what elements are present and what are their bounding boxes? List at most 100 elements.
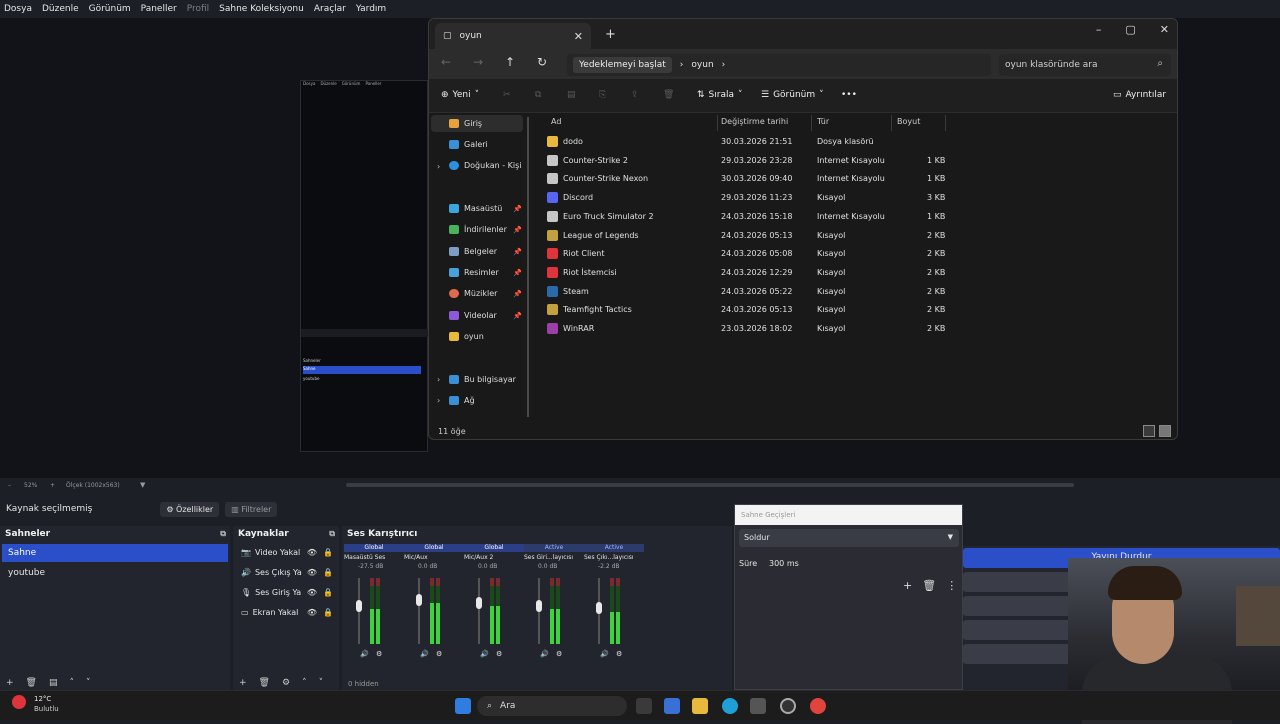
file-row[interactable]: Riot İstemcisi 24.03.2026 12:29 Kısayol 2 K… [537,264,957,282]
file-row[interactable]: Discord 29.03.2026 11:23 Kısayol 3 KB [537,189,957,207]
close-tab-icon[interactable]: ✕ [574,30,583,43]
gear-icon[interactable]: ⚙ [376,650,382,658]
add-icon[interactable]: + [6,678,14,688]
menu-scene-collection[interactable]: Sahne Koleksiyonu [219,4,304,14]
explorer-tab[interactable]: ▢ oyun ✕ [435,23,591,49]
pane-splitter[interactable] [527,117,529,417]
taskbar-search[interactable]: ⌕ Ara [477,696,627,716]
new-button[interactable]: ⊕ Yeni ˅ [441,90,479,100]
lock-icon[interactable]: 🔒 [323,588,333,597]
eye-icon[interactable]: 👁 [307,588,317,597]
up-icon[interactable]: ↑ [505,55,515,69]
delete-icon[interactable]: 🗑 [663,90,674,100]
breadcrumb-root[interactable]: Yedeklemeyi başlat [573,57,672,73]
breadcrumb-folder[interactable]: oyun [691,60,713,70]
view-button[interactable]: ☰ Görünüm ˅ [761,90,824,100]
fader-knob[interactable] [596,602,602,614]
undock-icon[interactable]: ⧉ [220,529,226,539]
properties-button[interactable]: ⚙ Özellikler [160,501,220,517]
file-row[interactable]: Euro Truck Simulator 2 24.03.2026 15:18 In… [537,208,957,226]
rename-icon[interactable]: ⎘ [599,90,606,100]
weather-icon[interactable] [12,695,26,709]
menu-docks[interactable]: Paneller [141,4,177,14]
close-window-icon[interactable]: ✕ [1160,23,1169,36]
sidebar-item-desktop[interactable]: Masaüstü [449,204,502,213]
tiles-view-icon[interactable] [1159,425,1171,437]
expand-chevron-icon[interactable]: › [437,375,440,384]
details-view-icon[interactable] [1143,425,1155,437]
up-icon[interactable]: ˄ [302,678,307,688]
up-icon[interactable]: ˄ [70,678,75,688]
sidebar-item-home[interactable]: Giriş [449,119,482,128]
menu-tools[interactable]: Araçlar [314,4,346,14]
mute-icon[interactable]: 🔊 [480,650,489,658]
preview-scrollbar[interactable] [346,483,1074,487]
filters-button[interactable]: ▥ Filtreler [225,501,278,517]
menu-help[interactable]: Yardım [356,4,386,14]
down-icon[interactable]: ˅ [319,678,324,688]
sidebar-item-downloads[interactable]: İndirilenler [449,225,507,234]
zoom-dropdown-icon[interactable]: ▼ [140,481,145,489]
add-icon[interactable]: + [903,579,912,592]
source-item[interactable]: 📷 Video Yakal 👁 🔒 [233,542,339,562]
column-modified[interactable]: Değiştirme tarihi [721,117,788,126]
sidebar-item-network[interactable]: Ağ [449,396,475,405]
mute-icon[interactable]: 🔊 [360,650,369,658]
expand-chevron-icon[interactable]: › [437,396,440,405]
lock-icon[interactable]: 🔒 [323,608,333,617]
sidebar-item-documents[interactable]: Belgeler [449,247,497,256]
details-button[interactable]: ▭ Ayrıntılar [1113,90,1166,100]
cut-icon[interactable]: ✂ [503,90,511,100]
source-item[interactable]: ▭ Ekran Yakal 👁 🔒 [233,602,339,622]
sort-button[interactable]: ⇅ Sırala ˅ [697,90,743,100]
lock-icon[interactable]: 🔒 [323,548,333,557]
search-input[interactable]: oyun klasöründe ara ⌕ [999,54,1171,76]
volume-fader[interactable] [356,578,362,644]
file-row[interactable]: Counter-Strike 2 29.03.2026 23:28 Internet… [537,152,957,170]
volume-fader[interactable] [476,578,482,644]
fader-knob[interactable] [476,597,482,609]
menu-edit[interactable]: Düzenle [42,4,79,14]
column-size[interactable]: Boyut [897,117,920,126]
file-row[interactable]: dodo 30.03.2026 21:51 Dosya klasörü [537,133,957,151]
widgets-icon[interactable] [664,698,680,714]
menu-file[interactable]: Dosya [4,4,32,14]
mute-icon[interactable]: 🔊 [540,650,549,658]
volume-fader[interactable] [416,578,422,644]
task-view-icon[interactable] [636,698,652,714]
volume-fader[interactable] [536,578,542,644]
fader-knob[interactable] [536,600,542,612]
gear-icon[interactable]: ⚙ [496,650,502,658]
column-type[interactable]: Tür [817,117,829,126]
eye-icon[interactable]: 👁 [307,568,317,577]
scene-item[interactable]: Sahne [2,544,228,562]
gear-icon[interactable]: ⚙ [556,650,562,658]
sidebar-item-pictures[interactable]: Resimler [449,268,499,277]
minimize-icon[interactable]: – [1096,23,1102,36]
mute-icon[interactable]: 🔊 [420,650,429,658]
forward-icon[interactable]: → [473,55,483,69]
file-row[interactable]: Counter-Strike Nexon 30.03.2026 09:40 Inte… [537,170,957,188]
fader-knob[interactable] [416,594,422,606]
obs-icon[interactable] [780,698,796,714]
sidebar-item-music[interactable]: Müzikler [449,289,497,298]
add-icon[interactable]: + [239,678,247,688]
chrome-icon[interactable] [810,698,826,714]
gear-icon[interactable]: ⚙ [616,650,622,658]
mute-icon[interactable]: 🔊 [600,650,609,658]
delete-icon[interactable]: 🗑 [922,579,936,592]
sidebar-item-onedrive[interactable]: Doğukan - Kişisel [449,161,522,170]
edge-icon[interactable] [722,698,738,714]
address-bar[interactable]: Yedeklemeyi başlat › oyun › [567,54,991,76]
scene-item[interactable]: youtube [2,564,228,582]
file-row[interactable]: WinRAR 23.03.2026 18:02 Kısayol 2 KB [537,320,957,338]
refresh-icon[interactable]: ↻ [537,55,547,69]
expand-chevron-icon[interactable]: › [437,162,440,171]
sidebar-item-videos[interactable]: Videolar [449,311,497,320]
paste-icon[interactable]: ▤ [567,90,576,100]
transition-select[interactable]: Soldur ▼ [739,529,959,547]
sidebar-item-gallery[interactable]: Galeri [449,140,488,149]
start-icon[interactable] [455,698,471,714]
down-icon[interactable]: ˅ [86,678,91,688]
zoom-out-icon[interactable]: – [8,482,11,489]
